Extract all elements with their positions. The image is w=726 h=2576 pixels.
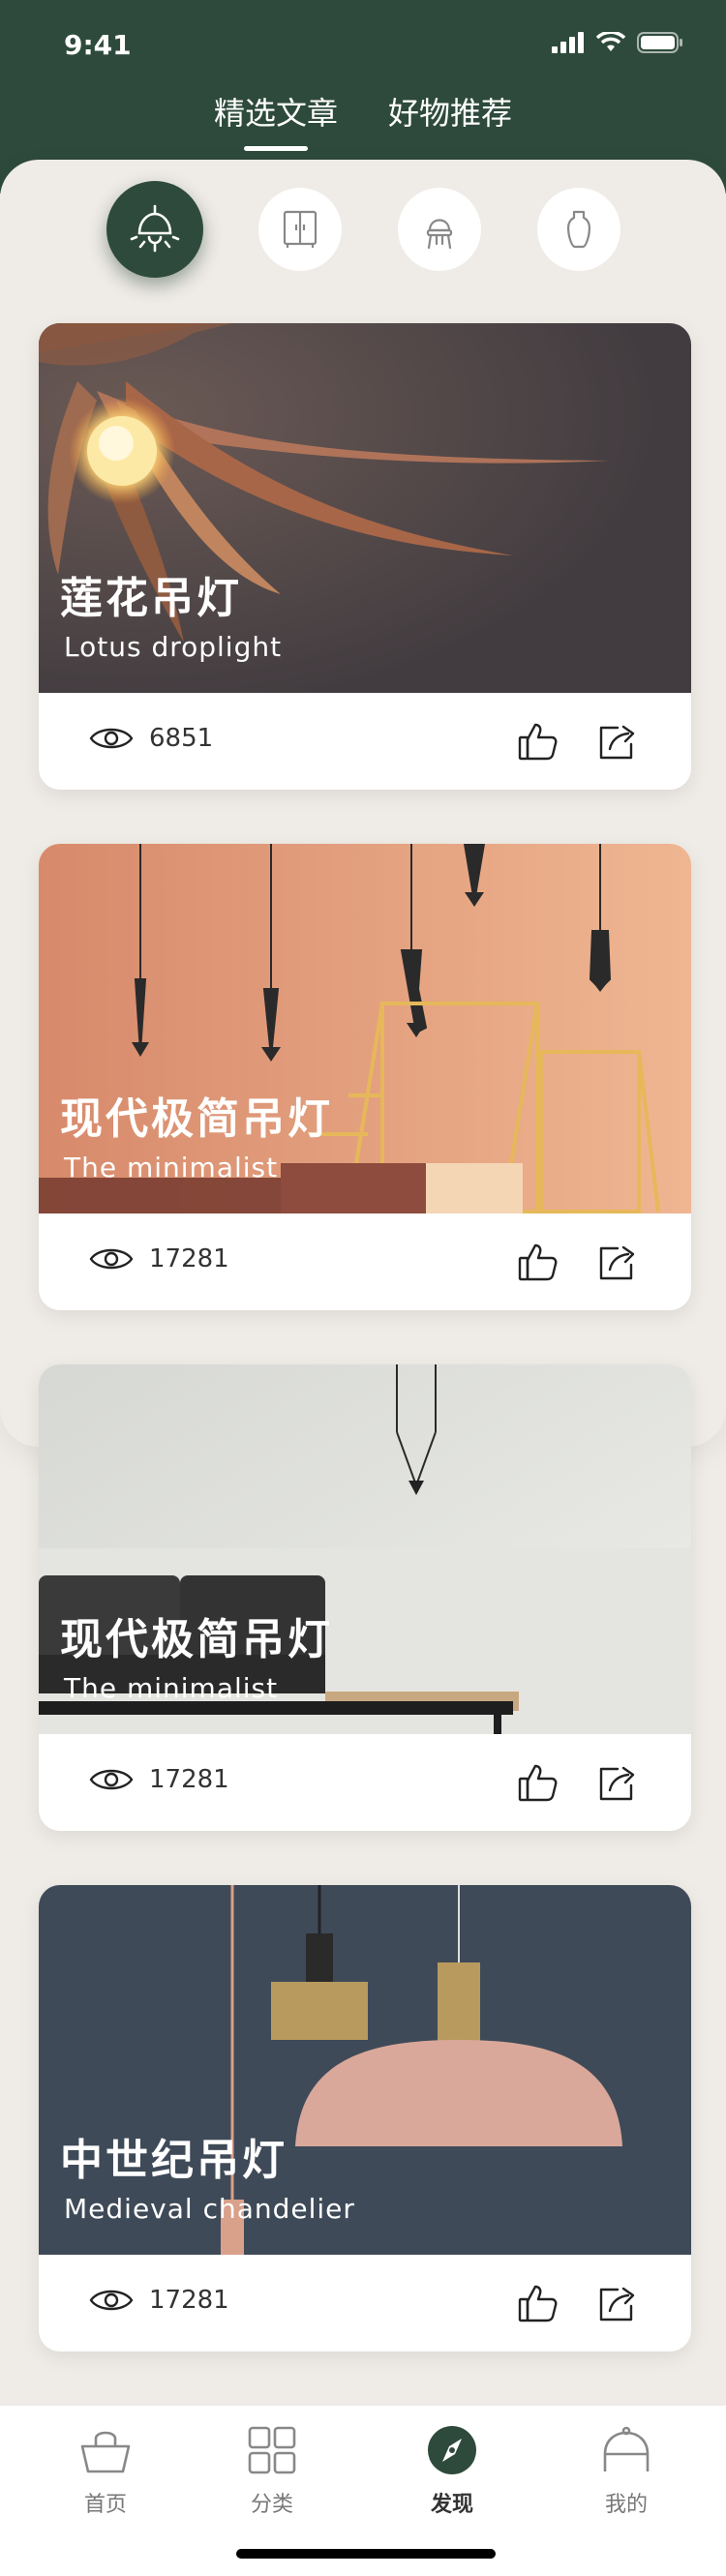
category-wardrobe[interactable] xyxy=(258,188,342,271)
chair-icon xyxy=(426,219,453,250)
card-image-lotus-lamp: 莲花吊灯 Lotus droplight xyxy=(39,323,691,693)
share-button[interactable] xyxy=(596,1761,639,1808)
tab-recommended-goods[interactable]: 好物推荐 xyxy=(388,89,512,151)
grid-icon xyxy=(248,2426,296,2474)
like-button[interactable] xyxy=(517,1241,560,1287)
card-image-medieval-chandelier: 中世纪吊灯 Medieval chandelier xyxy=(39,1885,691,2255)
compass-icon xyxy=(428,2426,476,2474)
pendant-lamp-icon xyxy=(130,204,180,253)
thumbs-up-icon xyxy=(518,723,558,761)
share-button[interactable] xyxy=(596,2282,639,2328)
status-icons xyxy=(552,31,683,54)
card-image-minimalist-lamps: 现代极简吊灯 The minimalist xyxy=(39,844,691,1213)
like-button[interactable] xyxy=(517,720,560,766)
card-subtitle: Medieval chandelier xyxy=(64,2193,355,2225)
card-footer: 17281 xyxy=(39,1213,691,1310)
card-title: 莲花吊灯 xyxy=(60,574,242,623)
eye-icon xyxy=(89,1769,134,1790)
battery-icon xyxy=(637,32,682,53)
thumbs-up-icon xyxy=(518,1764,558,1802)
wifi-icon xyxy=(596,32,625,51)
share-button[interactable] xyxy=(596,1241,639,1287)
wardrobe-icon xyxy=(283,210,318,248)
eye-icon xyxy=(89,728,134,749)
thumbs-up-icon xyxy=(518,2285,558,2322)
article-card[interactable]: 现代极简吊灯 The minimalist 17281 xyxy=(39,844,691,1310)
view-count-value: 17281 xyxy=(149,2286,229,2315)
view-count: 17281 xyxy=(89,2286,229,2315)
card-image-minimalist-sofa: 现代极简吊灯 The minimalist xyxy=(39,1364,691,1734)
share-icon xyxy=(599,1245,635,1280)
nav-discover-label: 发现 xyxy=(430,2493,473,2517)
status-bar: 9:41 xyxy=(0,0,726,87)
card-title: 现代极简吊灯 xyxy=(60,1094,333,1144)
thumbs-up-icon xyxy=(518,1243,558,1281)
card-subtitle: Lotus droplight xyxy=(64,631,283,663)
top-tabs: 精选文章 好物推荐 xyxy=(0,89,726,151)
card-subtitle: The minimalist xyxy=(64,1672,279,1704)
article-card[interactable]: 莲花吊灯 Lotus droplight 6851 xyxy=(39,323,691,790)
eye-icon xyxy=(89,1248,134,1270)
view-count: 17281 xyxy=(89,1765,229,1794)
category-icons xyxy=(0,181,726,290)
category-lamp[interactable] xyxy=(106,181,203,278)
card-subtitle: The minimalist xyxy=(64,1152,279,1183)
view-count-value: 17281 xyxy=(149,1244,229,1273)
article-card[interactable]: 中世纪吊灯 Medieval chandelier 17281 xyxy=(39,1885,691,2351)
eye-icon xyxy=(89,2290,134,2311)
cellular-signal-icon xyxy=(552,32,584,53)
card-footer: 6851 xyxy=(39,693,691,790)
card-footer: 17281 xyxy=(39,1734,691,1831)
article-card[interactable]: 现代极简吊灯 The minimalist 17281 xyxy=(39,1364,691,1831)
nav-discover[interactable]: 发现 xyxy=(399,2425,505,2518)
nav-mine[interactable]: 我的 xyxy=(573,2425,680,2518)
status-time: 9:41 xyxy=(64,29,132,61)
share-icon xyxy=(599,2287,635,2321)
share-icon xyxy=(599,1766,635,1801)
like-button[interactable] xyxy=(517,2282,560,2328)
card-title: 中世纪吊灯 xyxy=(60,2136,287,2185)
view-count: 6851 xyxy=(89,724,213,753)
view-count-value: 6851 xyxy=(149,724,214,753)
view-count: 17281 xyxy=(89,1244,229,1273)
like-button[interactable] xyxy=(517,1761,560,1808)
category-chair[interactable] xyxy=(398,188,481,271)
share-button[interactable] xyxy=(596,720,639,766)
bag-icon xyxy=(80,2431,131,2473)
nav-home-label: 首页 xyxy=(83,2493,127,2517)
nav-mine-label: 我的 xyxy=(604,2493,648,2517)
nav-category[interactable]: 分类 xyxy=(219,2425,325,2518)
card-footer: 17281 xyxy=(39,2255,691,2351)
nav-category-label: 分类 xyxy=(250,2493,293,2517)
vase-icon xyxy=(566,210,591,249)
nav-home[interactable]: 首页 xyxy=(52,2425,159,2518)
user-icon xyxy=(603,2426,650,2471)
view-count-value: 17281 xyxy=(149,1765,229,1794)
category-vase[interactable] xyxy=(537,188,620,271)
card-title: 现代极简吊灯 xyxy=(60,1615,333,1664)
share-icon xyxy=(599,725,635,760)
home-indicator xyxy=(236,2549,496,2559)
tab-featured-articles[interactable]: 精选文章 xyxy=(214,89,338,151)
